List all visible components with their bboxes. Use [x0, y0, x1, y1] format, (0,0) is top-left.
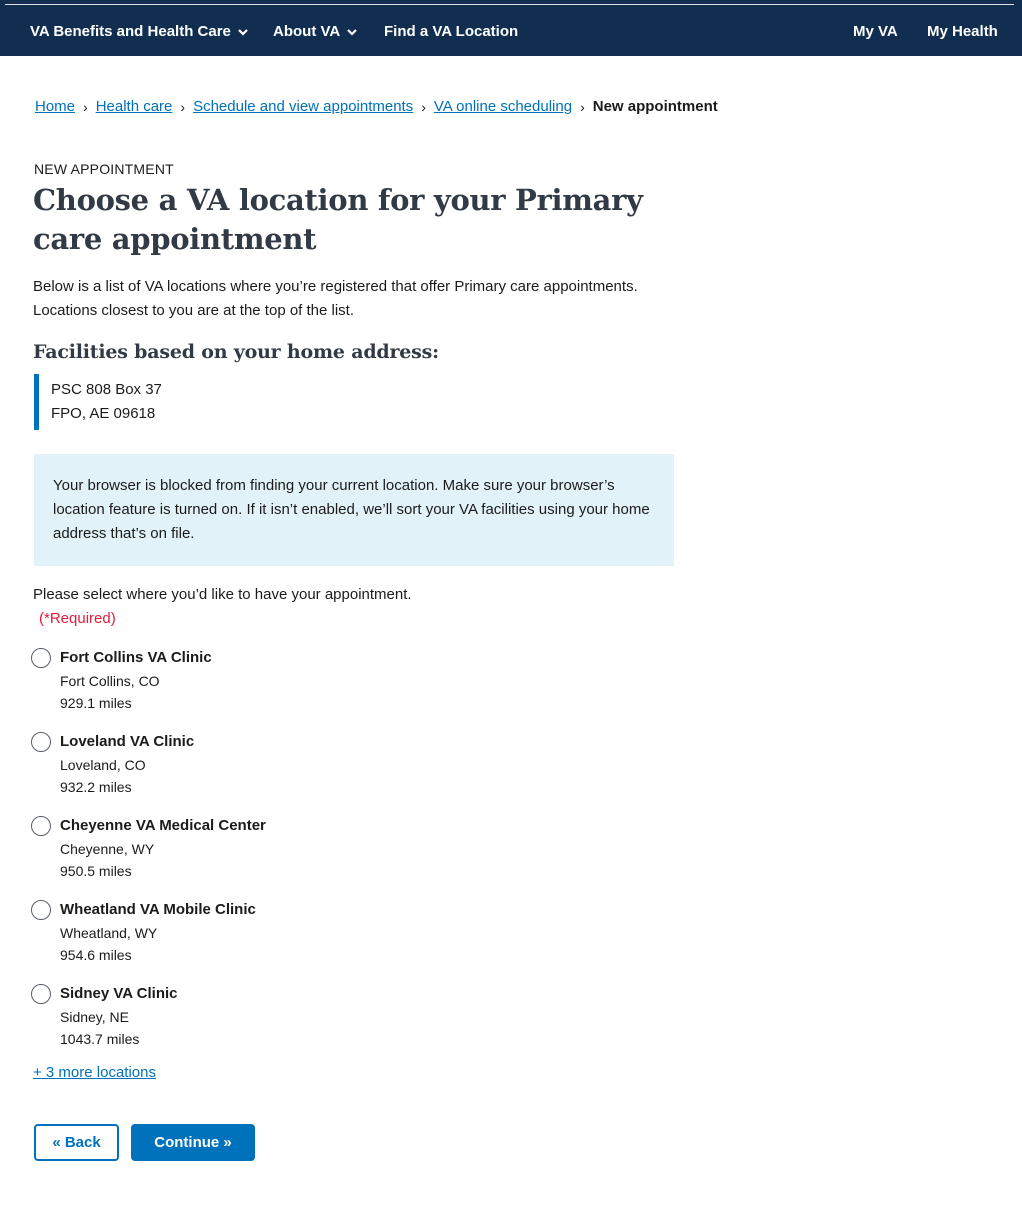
facility-option[interactable]: Cheyenne VA Medical Center Cheyenne, WY …: [31, 816, 431, 896]
facility-distance: 932.2 miles: [60, 779, 132, 795]
radio-button[interactable]: [31, 984, 51, 1004]
facility-distance: 954.6 miles: [60, 947, 132, 963]
required-indicator: (*Required): [39, 610, 116, 627]
nav-my-health-link[interactable]: My Health: [927, 22, 998, 42]
continue-button[interactable]: Continue »: [131, 1124, 255, 1161]
back-button[interactable]: « Back: [34, 1124, 119, 1161]
breadcrumb: Home › Health care › Schedule and view a…: [35, 96, 718, 118]
chevron-down-icon: [347, 28, 357, 36]
breadcrumb-health-care-link[interactable]: Health care: [96, 96, 173, 118]
alert-text: Your browser is blocked from finding you…: [53, 477, 650, 542]
breadcrumb-separator: ›: [180, 99, 186, 115]
nav-item-label: My Health: [927, 23, 998, 40]
facility-option[interactable]: Sidney VA Clinic Sidney, NE 1043.7 miles: [31, 984, 431, 1064]
breadcrumb-appointments-link[interactable]: Schedule and view appointments: [193, 96, 413, 118]
facility-name: Loveland VA Clinic: [60, 733, 195, 750]
nav-item-label: Find a VA Location: [384, 23, 519, 40]
nav-about-va-button[interactable]: About VA: [273, 22, 357, 42]
top-navigation: VA Benefits and Health Care About VA Fin…: [0, 0, 1022, 56]
facility-name: Sidney VA Clinic: [60, 985, 178, 1002]
more-locations-link[interactable]: + 3 more locations: [33, 1062, 156, 1084]
home-address: PSC 808 Box 37 FPO, AE 09618: [34, 374, 162, 430]
facility-option[interactable]: Loveland VA Clinic Loveland, CO 932.2 mi…: [31, 732, 431, 812]
intro-text: Below is a list of VA locations where yo…: [33, 278, 638, 319]
radio-button[interactable]: [31, 816, 51, 836]
facility-name: Cheyenne VA Medical Center: [60, 817, 266, 834]
breadcrumb-separator: ›: [421, 99, 426, 115]
nav-va-benefits-button[interactable]: VA Benefits and Health Care: [30, 22, 248, 42]
breadcrumb-online-scheduling-link[interactable]: VA online scheduling: [434, 96, 572, 118]
radio-button[interactable]: [31, 732, 51, 752]
nav-my-va-link[interactable]: My VA: [853, 22, 898, 42]
breadcrumb-current: New appointment: [592, 98, 718, 115]
facility-name: Fort Collins VA Clinic: [60, 649, 212, 666]
facility-location: Cheyenne, WY: [60, 841, 155, 857]
radio-button[interactable]: [31, 648, 51, 668]
facility-location: Loveland, CO: [60, 757, 146, 773]
chevron-down-icon: [238, 28, 248, 36]
location-blocked-alert: Your browser is blocked from finding you…: [34, 454, 674, 566]
nav-item-label: My VA: [853, 23, 898, 40]
facility-location: Wheatland, WY: [60, 925, 158, 941]
nav-item-label: VA Benefits and Health Care: [30, 23, 231, 40]
facility-option[interactable]: Wheatland VA Mobile Clinic Wheatland, WY…: [31, 900, 431, 980]
nav-top-rule: [5, 4, 1014, 5]
address-line-2: FPO, AE 09618: [51, 405, 156, 422]
facility-prompt: Please select where you’d like to have y…: [33, 586, 412, 603]
facility-location: Fort Collins, CO: [60, 673, 160, 689]
breadcrumb-home-link[interactable]: Home: [35, 96, 75, 118]
page-eyebrow: NEW APPOINTMENT: [34, 161, 174, 177]
facility-distance: 929.1 miles: [60, 695, 132, 711]
breadcrumb-separator: ›: [83, 99, 88, 115]
nav-find-location-link[interactable]: Find a VA Location: [384, 22, 518, 42]
radio-button[interactable]: [31, 900, 51, 920]
facility-distance: 950.5 miles: [60, 863, 132, 879]
facility-distance: 1043.7 miles: [60, 1031, 140, 1047]
nav-item-label: About VA: [273, 23, 341, 40]
breadcrumb-separator: ›: [580, 99, 585, 115]
section-heading: Facilities based on your home address:: [33, 341, 439, 363]
facility-name: Wheatland VA Mobile Clinic: [60, 901, 256, 918]
page-title: Choose a VA location for your Primary ca…: [33, 183, 643, 256]
facility-option[interactable]: Fort Collins VA Clinic Fort Collins, CO …: [31, 648, 431, 728]
facility-location: Sidney, NE: [60, 1009, 129, 1025]
address-line-1: PSC 808 Box 37: [51, 381, 162, 398]
